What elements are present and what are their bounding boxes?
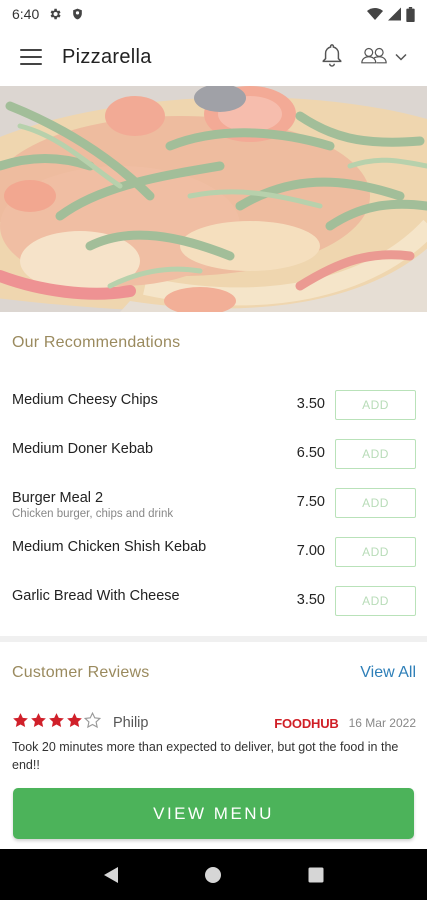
- item-price: 7.00: [296, 543, 325, 559]
- star-filled-icon: [48, 712, 65, 734]
- view-menu-button[interactable]: VIEW MENU: [13, 788, 414, 839]
- home-icon[interactable]: [193, 855, 233, 895]
- add-button[interactable]: ADD: [335, 488, 416, 518]
- app-bar: Pizzarella: [0, 28, 427, 86]
- back-icon[interactable]: [91, 855, 131, 895]
- add-button[interactable]: ADD: [335, 537, 416, 567]
- item-name: Medium Doner Kebab: [12, 441, 154, 457]
- status-time: 6:40: [12, 6, 40, 22]
- shield-icon: [71, 7, 84, 21]
- app-title: Pizzarella: [62, 45, 152, 68]
- item-price: 3.50: [296, 396, 325, 412]
- review-source-logo: FOODHUB: [274, 715, 339, 731]
- item-name: Burger Meal 2: [12, 490, 104, 506]
- battery-icon: [406, 6, 415, 22]
- language-icon: [361, 45, 387, 70]
- recommendation-item: Medium Chicken Shish Kebab 7.00 ADD: [0, 535, 427, 584]
- item-price: 3.50: [296, 592, 325, 608]
- review-date: 16 Mar 2022: [348, 716, 416, 730]
- reviews-title: Customer Reviews: [12, 664, 150, 681]
- restaurant-hero-image: [0, 86, 427, 312]
- bell-icon[interactable]: [321, 42, 343, 73]
- recommendation-item: Burger Meal 2 Chicken burger, chips and …: [0, 486, 427, 535]
- status-bar: 6:40: [0, 0, 427, 28]
- item-name: Medium Chicken Shish Kebab: [12, 539, 207, 555]
- reviewer-name: Philip: [113, 715, 149, 731]
- star-filled-icon: [30, 712, 47, 734]
- view-all-reviews-link[interactable]: View All: [360, 664, 416, 682]
- star-filled-icon: [12, 712, 29, 734]
- gear-icon: [48, 7, 62, 21]
- add-button[interactable]: ADD: [335, 439, 416, 469]
- recommendations-section: Our Recommendations Medium Cheesy Chips …: [0, 312, 427, 636]
- language-switch[interactable]: [361, 45, 407, 70]
- recommendation-item: Garlic Bread With Cheese 3.50 ADD: [0, 584, 427, 633]
- recommendation-item: Medium Cheesy Chips 3.50 ADD: [0, 388, 427, 437]
- status-right: [367, 6, 415, 22]
- chevron-down-icon: [395, 48, 407, 66]
- item-description: Chicken burger, chips and drink: [12, 508, 174, 520]
- menu-icon[interactable]: [20, 49, 42, 65]
- star-empty-icon: [83, 711, 102, 734]
- status-left: 6:40: [12, 6, 84, 22]
- review-header: Philip FOODHUB 16 Mar 2022: [12, 711, 416, 734]
- item-price: 6.50: [296, 445, 325, 461]
- item-price: 7.50: [296, 494, 325, 510]
- recommendation-item: Medium Doner Kebab 6.50 ADD: [0, 437, 427, 486]
- app-actions: [321, 42, 407, 73]
- star-filled-icon: [66, 712, 83, 734]
- wifi-icon: [367, 7, 383, 21]
- add-button[interactable]: ADD: [335, 390, 416, 420]
- add-button[interactable]: ADD: [335, 586, 416, 616]
- item-name: Garlic Bread With Cheese: [12, 588, 180, 604]
- star-rating: [12, 711, 102, 734]
- item-name: Medium Cheesy Chips: [12, 392, 158, 408]
- recommendations-list: Medium Cheesy Chips 3.50 ADD Medium Done…: [0, 388, 427, 633]
- system-nav-bar: [0, 849, 427, 900]
- signal-icon: [388, 7, 401, 21]
- recommendations-title: Our Recommendations: [12, 334, 181, 351]
- review-text: Took 20 minutes more than expected to de…: [12, 740, 399, 772]
- recents-icon[interactable]: [296, 855, 336, 895]
